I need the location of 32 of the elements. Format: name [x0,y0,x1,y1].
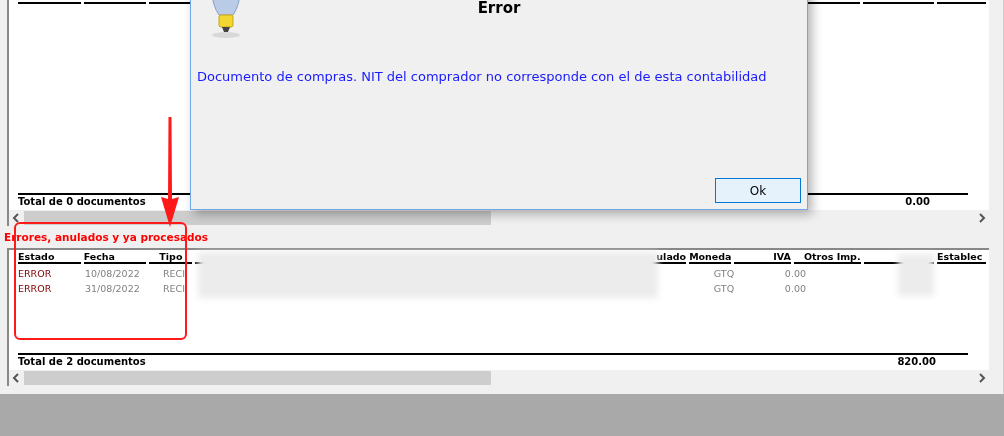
column-header: ulado [655,252,687,262]
scroll-right-icon[interactable] [978,213,986,223]
column-header: Otros Imp. [802,252,861,262]
column-header: Moneda [689,252,732,262]
table-cell: GTQ [713,283,735,294]
total-amount: 0.00 [905,195,930,209]
scroll-left-icon[interactable] [12,373,20,383]
column-header: Establec [937,252,984,262]
table-cell: RECI [162,283,185,294]
scrollbar-thumb[interactable] [24,371,491,385]
table-cell: 0.00 [784,268,806,279]
total-label: Total de 0 documentos [18,195,146,209]
column-header: Fecha [83,252,117,262]
dialog-title: Error [477,0,521,19]
column-header: Tipo [158,252,184,262]
scroll-right-icon[interactable] [978,373,986,383]
table-cell: RECI [162,268,185,279]
table-cell: 10/08/2022 [85,268,140,279]
table-cell: ERROR [18,268,52,279]
table-cell: 31/08/2022 [85,283,140,294]
table-cell: 0.00 [784,283,806,294]
table-cell: ERROR [18,283,52,294]
scrollbar-thumb[interactable] [24,211,491,225]
error-message: Documento de compras. NIT del comprador no corresponde con el de esta contabilidad [196,68,768,86]
blurred-area [898,254,934,296]
ok-button[interactable]: Ok [715,178,801,203]
table-cell: GTQ [713,268,735,279]
total-amount: 820.00 [897,355,936,369]
column-header: Estado [18,252,56,262]
column-header: IVA [772,252,791,262]
total-label: Total de 2 documentos [18,355,146,369]
scroll-left-icon[interactable] [12,213,20,223]
